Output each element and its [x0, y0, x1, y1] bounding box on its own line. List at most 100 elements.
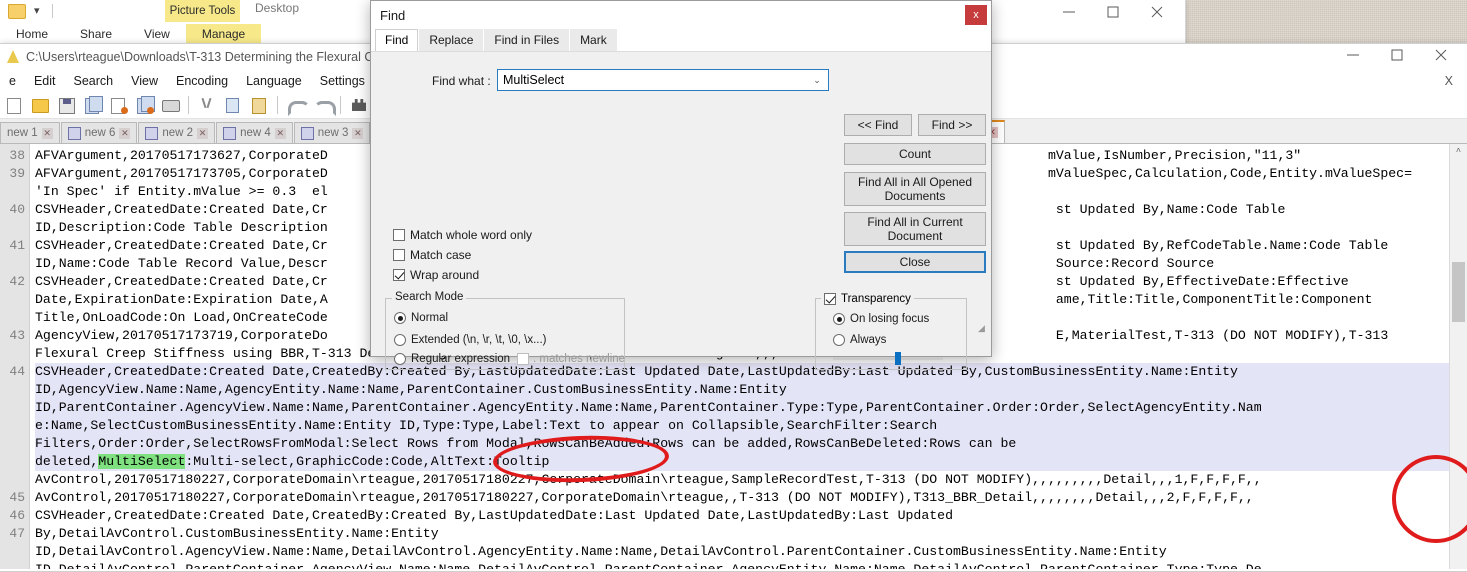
menu-search[interactable]: Search: [65, 72, 123, 90]
match-case-checkbox[interactable]: Match case: [393, 248, 471, 262]
editor-line[interactable]: CSVHeader,CreatedDate:Created Date,Creat…: [35, 507, 1467, 525]
line-number: 47: [9, 526, 25, 541]
close-tab-icon[interactable]: ✕: [352, 127, 364, 139]
close-tab-icon[interactable]: ✕: [41, 127, 53, 139]
quick-access-toolbar[interactable]: ▾: [0, 0, 120, 22]
picture-tools-context-tab[interactable]: Picture Tools: [165, 0, 240, 22]
editor-line[interactable]: By,DetailAvControl.CustomBusinessEntity.…: [35, 525, 1467, 543]
match-whole-word-only-checkbox[interactable]: Match whole word only: [393, 228, 532, 242]
chevron-down-icon[interactable]: ⌄: [806, 75, 828, 86]
find-all-in-current-document-button[interactable]: Find All in Current Document: [844, 212, 986, 246]
dot-matches-newline-checkbox[interactable]: . matches newline: [517, 353, 625, 365]
doc-tab-new2[interactable]: new 2 ✕: [138, 122, 216, 143]
maximize-icon[interactable]: [1091, 1, 1135, 23]
radio-button[interactable]: [394, 312, 406, 324]
editor-line[interactable]: e:Name,SelectCustomBusinessEntity.Name:E…: [35, 417, 1467, 435]
close-document-icon[interactable]: X: [1436, 72, 1467, 90]
find-previous-button[interactable]: << Find: [844, 114, 912, 136]
chevron-down-icon[interactable]: ▾: [34, 5, 40, 17]
line-number: [0, 255, 25, 273]
editor-line[interactable]: ID,ParentContainer.AgencyView.Name:Name,…: [35, 399, 1467, 417]
tab-find-in-files[interactable]: Find in Files: [484, 29, 570, 51]
wrap-around-checkbox[interactable]: Wrap around: [393, 268, 479, 282]
find-dialog-tabs[interactable]: Find Replace Find in Files Mark: [371, 29, 991, 51]
slider-knob[interactable]: [895, 352, 901, 365]
editor-line[interactable]: ID,AgencyView.Name:Name,AgencyEntity.Nam…: [35, 381, 1467, 399]
checkbox-box[interactable]: [393, 229, 405, 241]
tab-find[interactable]: Find: [375, 29, 419, 51]
menu-view[interactable]: View: [122, 72, 167, 90]
radio-button[interactable]: [833, 334, 845, 346]
doc-tab-new6[interactable]: new 6 ✕: [60, 122, 138, 143]
editor-line[interactable]: AvControl,20170517180227,CorporateDomain…: [35, 471, 1467, 489]
save-all-icon[interactable]: [80, 94, 104, 116]
close-icon[interactable]: x: [965, 5, 987, 25]
checkbox-box[interactable]: [824, 293, 836, 305]
undo-icon[interactable]: [284, 94, 310, 116]
tab-mark[interactable]: Mark: [570, 29, 617, 51]
find-dialog[interactable]: Find x Find Replace Find in Files Mark F…: [370, 0, 992, 370]
minimize-icon[interactable]: [1331, 44, 1375, 66]
explorer-window-buttons[interactable]: [1047, 1, 1179, 23]
search-mode-normal-radio[interactable]: Normal: [394, 312, 448, 324]
editor-line[interactable]: deleted,MultiSelect:Multi-select,Graphic…: [35, 453, 1467, 471]
close-icon[interactable]: [1135, 1, 1179, 23]
new-file-icon[interactable]: [2, 94, 26, 116]
transparency-on-losing-focus-radio[interactable]: On losing focus: [833, 313, 929, 325]
checkbox-box[interactable]: [517, 353, 529, 365]
scrollbar-thumb[interactable]: [1452, 262, 1465, 322]
notepadpp-window-buttons[interactable]: [1331, 44, 1463, 66]
radio-label: Extended (\n, \r, \t, \0, \x...): [411, 334, 547, 346]
close-tab-icon[interactable]: ✕: [119, 127, 131, 139]
scroll-up-arrow-icon[interactable]: ^: [1450, 144, 1467, 161]
print-icon[interactable]: [158, 94, 182, 116]
transparency-slider[interactable]: [833, 352, 943, 365]
find-what-input[interactable]: MultiSelect: [498, 73, 806, 87]
close-doc-icon[interactable]: [106, 94, 130, 116]
editor-line[interactable]: CSVHeader,CreatedDate:Created Date,Creat…: [35, 363, 1467, 381]
copy-icon[interactable]: [221, 94, 245, 116]
menu-settings[interactable]: Settings: [311, 72, 374, 90]
count-button[interactable]: Count: [844, 143, 986, 165]
redo-icon[interactable]: [310, 94, 336, 116]
open-folder-icon[interactable]: [28, 94, 52, 116]
find-icon[interactable]: [347, 94, 371, 116]
find-what-combobox[interactable]: MultiSelect ⌄: [497, 69, 829, 91]
checkbox-box[interactable]: [393, 269, 405, 281]
close-tab-icon[interactable]: ✕: [197, 127, 209, 139]
doc-tab-new4[interactable]: new 4 ✕: [216, 122, 293, 143]
find-next-button[interactable]: Find >>: [918, 114, 986, 136]
line-number-gutter: 38 39 40 41 42 43 44 45 46 47: [0, 144, 30, 569]
radio-button[interactable]: [833, 313, 845, 325]
transparency-checkbox[interactable]: Transparency: [821, 293, 914, 305]
search-mode-extended-radio[interactable]: Extended (\n, \r, \t, \0, \x...): [394, 334, 547, 346]
editor-line[interactable]: AvControl,20170517180227,CorporateDomain…: [35, 489, 1467, 507]
close-tab-icon[interactable]: ✕: [274, 127, 286, 139]
close-all-icon[interactable]: [132, 94, 156, 116]
menu-encoding[interactable]: Encoding: [167, 72, 237, 90]
search-mode-regex-radio[interactable]: Regular expression: [394, 353, 510, 365]
paste-icon[interactable]: [247, 94, 271, 116]
radio-button[interactable]: [394, 353, 406, 365]
radio-button[interactable]: [394, 334, 406, 346]
menu-file[interactable]: e: [0, 72, 25, 90]
checkbox-box[interactable]: [393, 249, 405, 261]
resize-grip-icon[interactable]: ◢: [978, 323, 988, 333]
transparency-always-radio[interactable]: Always: [833, 334, 886, 346]
menu-edit[interactable]: Edit: [25, 72, 65, 90]
minimize-icon[interactable]: [1047, 1, 1091, 23]
editor-line[interactable]: Filters,Order:Order,SelectRowsFromModal:…: [35, 435, 1467, 453]
menu-language[interactable]: Language: [237, 72, 311, 90]
find-all-in-all-opened-documents-button[interactable]: Find All in All Opened Documents: [844, 172, 986, 206]
editor-line[interactable]: ID,DetailAvControl.AgencyView.Name:Name,…: [35, 543, 1467, 561]
doc-tab-new1[interactable]: new 1 ✕: [0, 122, 60, 143]
tab-replace[interactable]: Replace: [419, 29, 484, 51]
close-button[interactable]: Close: [844, 251, 986, 273]
editor-vertical-scrollbar[interactable]: ^: [1449, 144, 1467, 569]
doc-tab-new3[interactable]: new 3 ✕: [293, 122, 371, 143]
cut-icon[interactable]: [195, 94, 219, 116]
save-icon[interactable]: [54, 94, 78, 116]
maximize-icon[interactable]: [1375, 44, 1419, 66]
close-icon[interactable]: [1419, 44, 1463, 66]
editor-line[interactable]: ID,DetailAvControl.ParentContainer.Agenc…: [35, 561, 1467, 569]
